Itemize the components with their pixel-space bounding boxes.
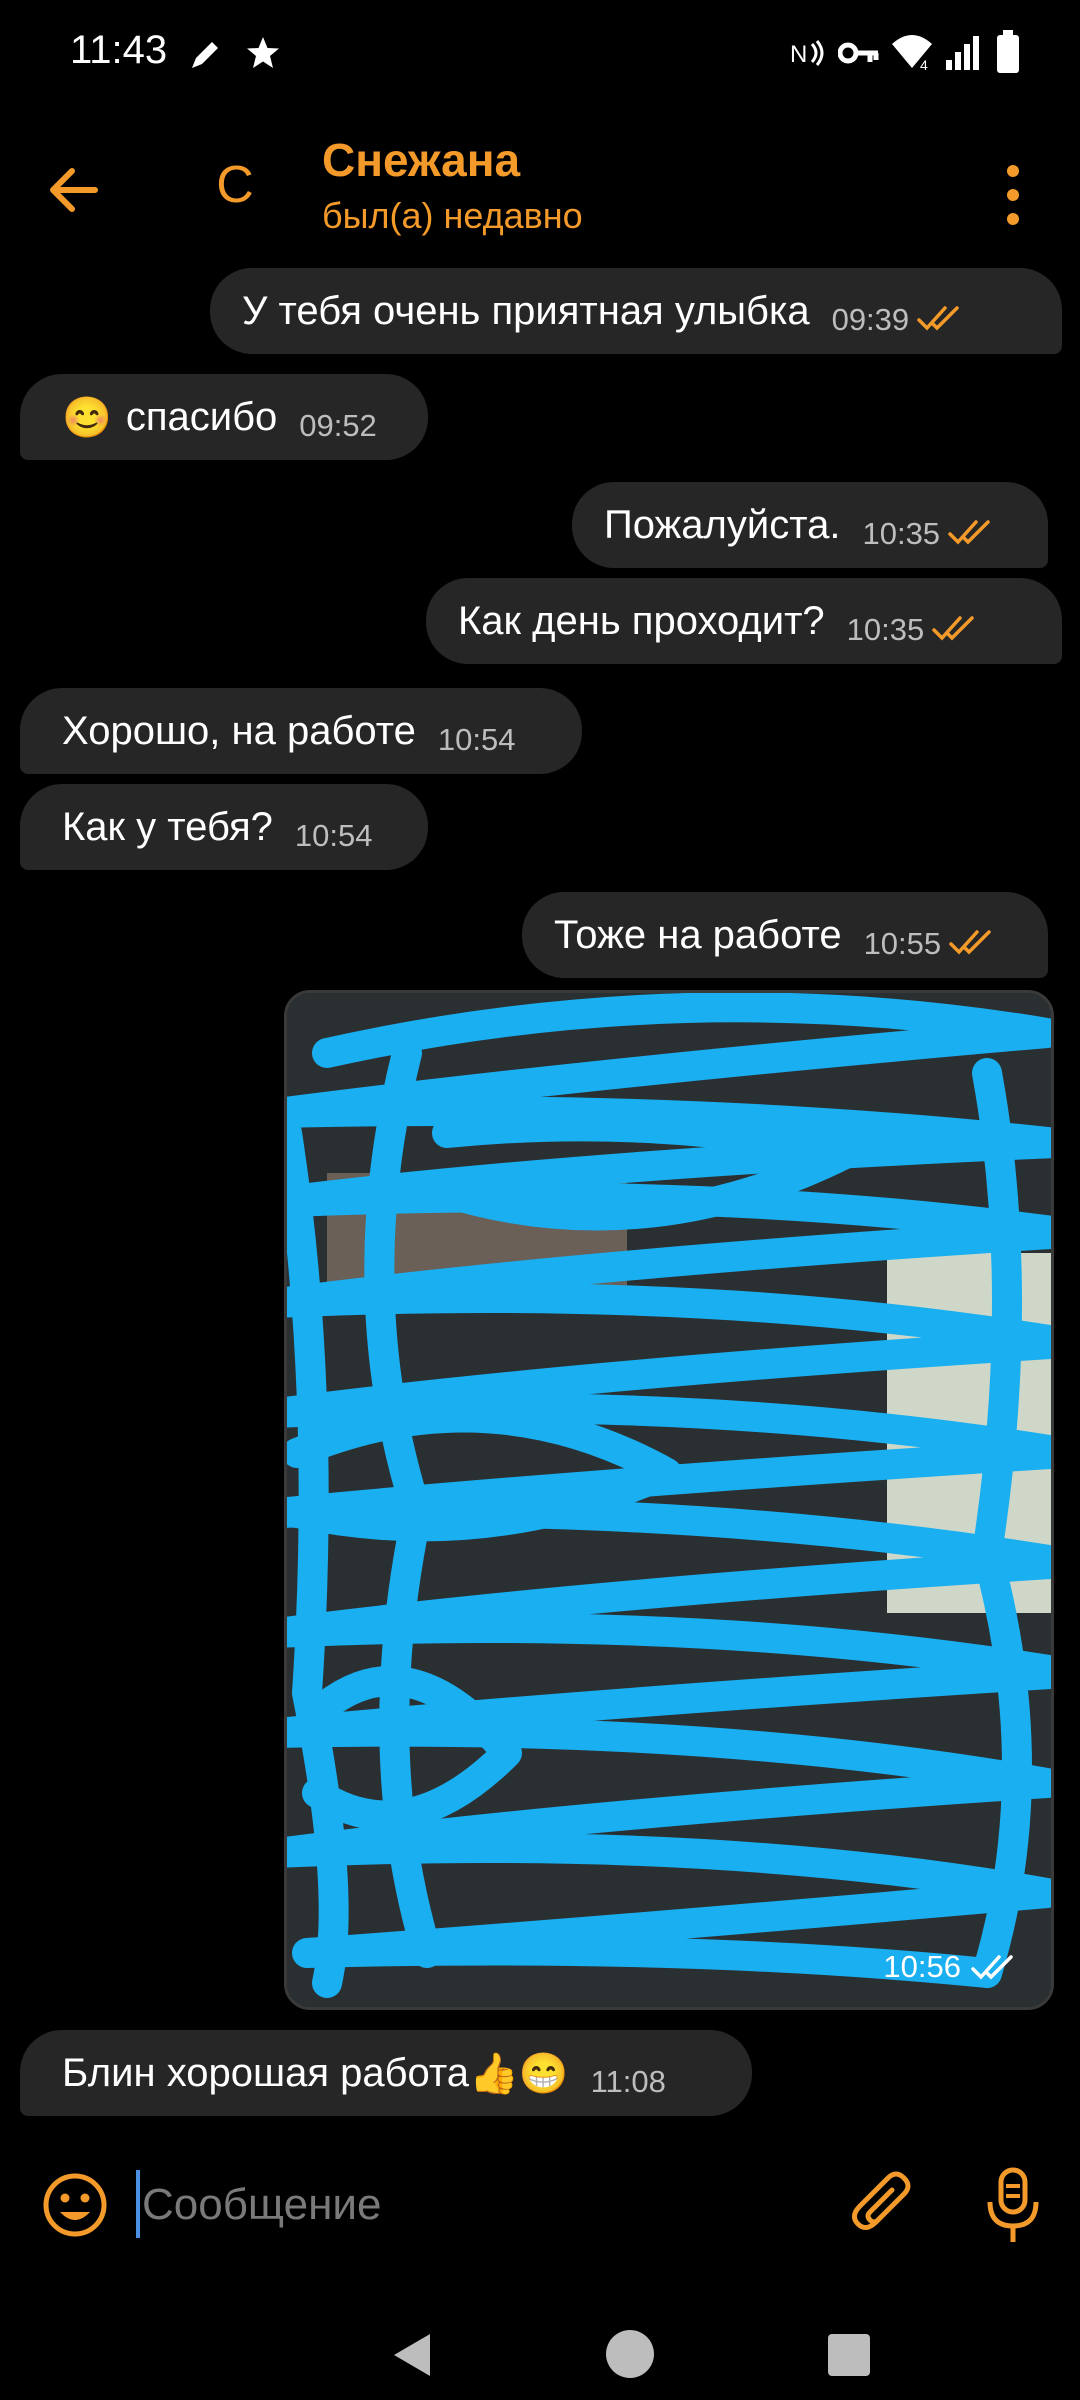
message-bubble[interactable]: Блин хорошая работа 👍😁 11:08: [20, 2030, 752, 2116]
pencil-icon: [192, 42, 218, 68]
status-bar: 11:43 N 4: [0, 0, 1080, 105]
chat-header: С Снежана был(а) недавно: [0, 115, 1080, 250]
photo-image: [287, 993, 1051, 2007]
nav-back-icon[interactable]: [390, 2330, 436, 2380]
message-time: 10:55: [863, 926, 942, 961]
emoji: 👍😁: [468, 2051, 569, 2096]
contact-name[interactable]: Снежана: [322, 133, 520, 187]
message-time: 09:39: [831, 302, 910, 337]
message-bubble[interactable]: 😊 спасибо 09:52: [20, 374, 428, 460]
star-icon: [247, 37, 279, 68]
message-text: Хорошо, на работе: [62, 708, 416, 753]
contact-status: был(а) недавно: [322, 195, 583, 236]
wifi-icon: 4: [892, 35, 932, 72]
message-composer: [0, 2140, 1080, 2270]
microphone-icon[interactable]: [978, 2166, 1048, 2246]
back-arrow-icon[interactable]: [40, 155, 110, 225]
message-text: У тебя очень приятная улыбка: [242, 288, 810, 333]
message-input[interactable]: [138, 2168, 782, 2242]
system-nav-bar: [0, 2300, 1080, 2400]
double-check-icon: [932, 616, 974, 641]
message-time: 10:54: [294, 818, 373, 853]
message-time: 10:35: [862, 516, 941, 551]
message-text: Тоже на работе: [554, 912, 842, 957]
avatar[interactable]: С: [200, 145, 270, 225]
double-check-icon: [971, 1955, 1013, 1980]
message-bubble[interactable]: Хорошо, на работе 10:54: [20, 688, 582, 774]
emoji-icon[interactable]: [40, 2170, 110, 2240]
photo-message[interactable]: 10:56: [284, 990, 1054, 2010]
message-time: 10:56: [883, 1949, 961, 1984]
svg-text:4: 4: [920, 57, 928, 72]
svg-text:N: N: [790, 41, 807, 68]
double-check-icon: [948, 520, 990, 545]
nfc-icon: N: [790, 40, 824, 68]
cellular-signal-icon: [946, 36, 979, 70]
message-text: Как у тебя?: [62, 804, 273, 849]
emoji: 😊: [62, 395, 112, 440]
battery-icon: [997, 30, 1019, 73]
message-text: Блин хорошая работа: [62, 2050, 469, 2095]
nav-home-icon[interactable]: [604, 2328, 656, 2380]
photo-time: 10:56: [883, 1949, 1017, 1985]
more-vert-icon[interactable]: [988, 155, 1038, 235]
message-time: 10:54: [437, 722, 516, 757]
message-text: спасибо: [125, 394, 278, 439]
nav-recents-icon[interactable]: [826, 2332, 872, 2378]
message-time: 11:08: [590, 2064, 666, 2099]
message-bubble[interactable]: У тебя очень приятная улыбка 09:39: [210, 268, 1062, 354]
vpn-key-icon: [838, 42, 879, 64]
message-bubble[interactable]: Тоже на работе 10:55: [522, 892, 1048, 978]
double-check-icon: [917, 306, 959, 331]
paperclip-icon[interactable]: [848, 2168, 918, 2242]
message-bubble[interactable]: Пожалуйста. 10:35: [572, 482, 1048, 568]
double-check-icon: [949, 930, 991, 955]
message-time: 09:52: [299, 408, 377, 443]
message-time: 10:35: [846, 612, 925, 647]
message-bubble[interactable]: Как день проходит? 10:35: [426, 578, 1062, 664]
message-text: Пожалуйста.: [604, 502, 841, 547]
message-bubble[interactable]: Как у тебя? 10:54: [20, 784, 428, 870]
message-text: Как день проходит?: [458, 598, 825, 643]
status-time: 11:43: [70, 28, 168, 72]
